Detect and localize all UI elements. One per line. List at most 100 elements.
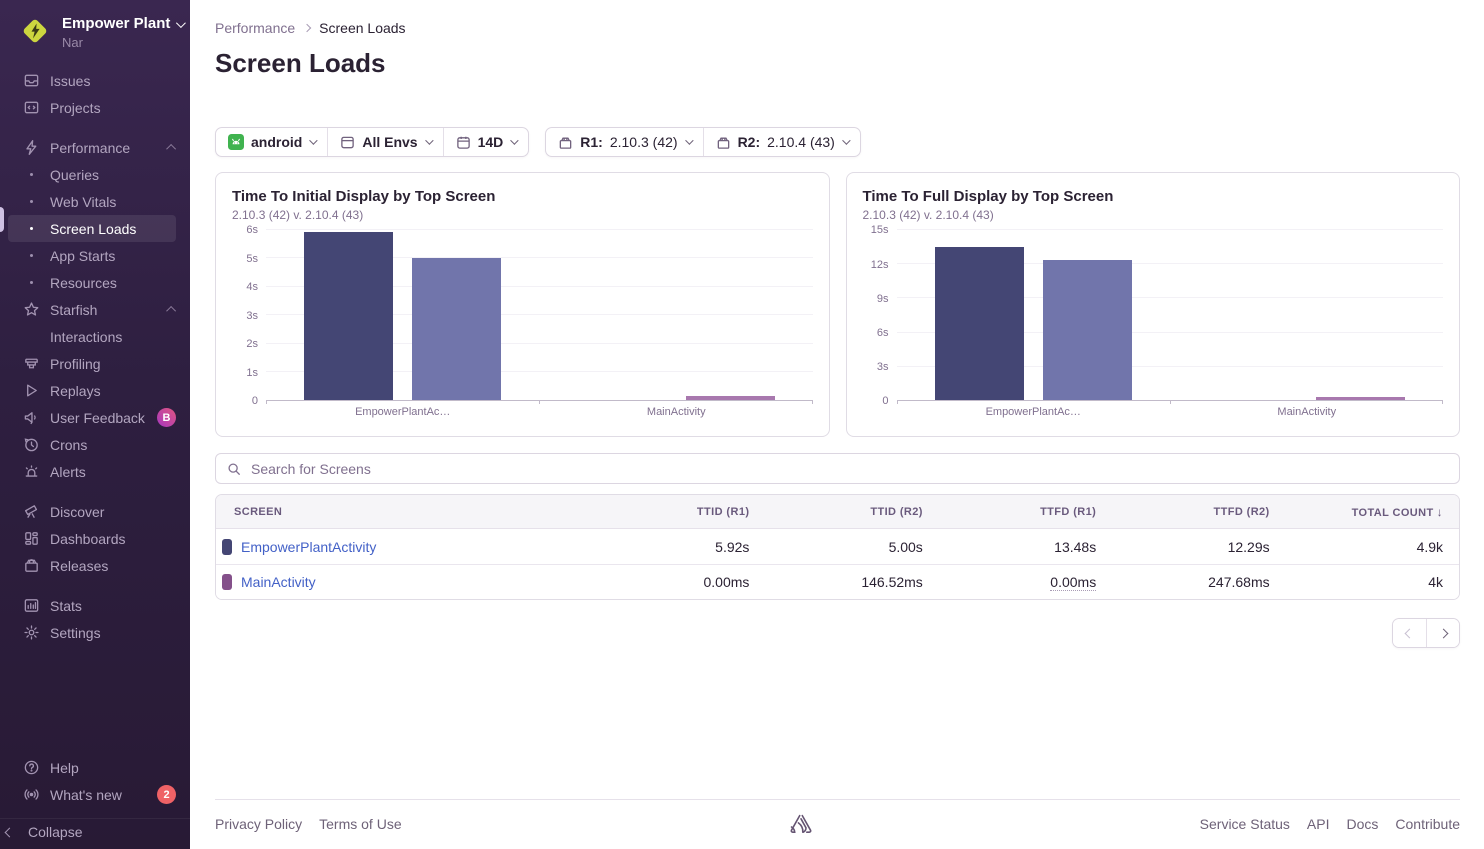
sidebar-item-interactions[interactable]: Interactions bbox=[0, 323, 190, 350]
sidebar-item-queries[interactable]: Queries bbox=[0, 161, 190, 188]
table-row: MainActivity 0.00ms 146.52ms 0.00ms 247.… bbox=[216, 564, 1459, 599]
screen-search bbox=[215, 453, 1460, 484]
user-feedback-badge: B bbox=[157, 408, 176, 427]
y-axis-tick-label: 2s bbox=[228, 338, 258, 350]
docs-link[interactable]: Docs bbox=[1347, 816, 1379, 832]
column-header-ttid-r1[interactable]: TTID (R1) bbox=[592, 506, 765, 518]
bullet-icon bbox=[30, 200, 33, 203]
sort-desc-icon: ↓ bbox=[1437, 505, 1443, 519]
release1-filter-button[interactable]: R1: 2.10.3 (42) bbox=[546, 128, 702, 156]
x-axis-category-label: MainActivity bbox=[1277, 406, 1336, 418]
sidebar-item-discover[interactable]: Discover bbox=[0, 498, 190, 525]
series-color-swatch bbox=[222, 574, 232, 590]
sidebar-item-releases[interactable]: Releases bbox=[0, 552, 190, 579]
sidebar-item-app-starts[interactable]: App Starts bbox=[0, 242, 190, 269]
sidebar-item-starfish[interactable]: Starfish bbox=[0, 296, 190, 323]
column-header-screen[interactable]: Screen bbox=[216, 506, 592, 518]
sidebar-item-dashboards[interactable]: Dashboards bbox=[0, 525, 190, 552]
ttid-r2-value: 146.52ms bbox=[765, 574, 938, 590]
ttid-r1-value: 0.00ms bbox=[592, 574, 765, 590]
calendar-icon bbox=[456, 135, 471, 150]
gear-icon bbox=[22, 624, 40, 642]
x-axis-tick bbox=[1170, 400, 1171, 404]
projects-icon bbox=[22, 99, 40, 117]
column-header-ttfd-r1[interactable]: TTFD (R1) bbox=[939, 506, 1112, 518]
gridline bbox=[897, 229, 1444, 230]
total-count-value: 4.9k bbox=[1286, 539, 1459, 555]
org-logo-icon bbox=[18, 14, 52, 48]
service-status-link[interactable]: Service Status bbox=[1200, 816, 1290, 832]
y-axis-tick-label: 0 bbox=[859, 395, 889, 407]
screen-link[interactable]: EmpowerPlantActivity bbox=[241, 539, 376, 555]
table-header: Screen TTID (R1) TTID (R2) TTFD (R1) TTF… bbox=[216, 495, 1459, 529]
date-filter-button[interactable]: 14D bbox=[443, 128, 529, 156]
release-filter-group: R1: 2.10.3 (42) R2: 2.10.4 (43) bbox=[545, 127, 861, 157]
sidebar-item-settings[interactable]: Settings bbox=[0, 619, 190, 646]
y-axis-tick-label: 4s bbox=[228, 281, 258, 293]
pagination bbox=[215, 618, 1460, 648]
project-filter-button[interactable]: android bbox=[216, 128, 327, 156]
bar-r1-EmpowerPlantAc bbox=[304, 232, 393, 401]
bar-r2-MainActivity bbox=[686, 396, 775, 400]
sidebar-item-user-feedback[interactable]: User Feedback B bbox=[0, 404, 190, 431]
api-link[interactable]: API bbox=[1307, 816, 1330, 832]
chevron-down-icon bbox=[510, 137, 518, 145]
column-header-ttid-r2[interactable]: TTID (R2) bbox=[765, 506, 938, 518]
sidebar-item-replays[interactable]: Replays bbox=[0, 377, 190, 404]
ttfd-r1-value: 0.00ms bbox=[939, 574, 1112, 591]
previous-page-button[interactable] bbox=[1393, 619, 1426, 647]
chart-title: Time To Initial Display by Top Screen bbox=[232, 188, 813, 205]
sidebar-item-alerts[interactable]: Alerts bbox=[0, 458, 190, 485]
megaphone-icon bbox=[22, 409, 40, 427]
performance-icon bbox=[22, 139, 40, 157]
y-axis-tick-label: 0 bbox=[228, 395, 258, 407]
sidebar-item-screen-loads[interactable]: Screen Loads bbox=[8, 215, 176, 242]
environment-filter-button[interactable]: All Envs bbox=[327, 128, 442, 156]
sidebar-item-web-vitals[interactable]: Web Vitals bbox=[0, 188, 190, 215]
x-axis-category-label: EmpowerPlantAc… bbox=[986, 406, 1081, 418]
chart-title: Time To Full Display by Top Screen bbox=[863, 188, 1444, 205]
sidebar-item-issues[interactable]: Issues bbox=[0, 67, 190, 94]
sidebar-item-crons[interactable]: Crons bbox=[0, 431, 190, 458]
chevron-up-icon bbox=[166, 306, 176, 316]
clock-icon bbox=[22, 436, 40, 454]
ttid-r1-value: 5.92s bbox=[592, 539, 765, 555]
sidebar-item-projects[interactable]: Projects bbox=[0, 94, 190, 121]
sidebar-item-whats-new[interactable]: What's new 2 bbox=[0, 781, 190, 808]
y-axis-tick-label: 12s bbox=[859, 259, 889, 271]
chevron-down-icon bbox=[310, 137, 318, 145]
profiling-icon bbox=[22, 355, 40, 373]
chevron-up-icon bbox=[166, 144, 176, 154]
column-header-total-count[interactable]: Total Count↓ bbox=[1286, 505, 1459, 519]
chevron-down-icon bbox=[176, 18, 186, 28]
bullet-icon bbox=[30, 281, 33, 284]
y-axis-tick-label: 1s bbox=[228, 367, 258, 379]
search-icon bbox=[227, 462, 241, 476]
contribute-link[interactable]: Contribute bbox=[1395, 816, 1460, 832]
sidebar-item-help[interactable]: Help bbox=[0, 754, 190, 781]
terms-of-use-link[interactable]: Terms of Use bbox=[319, 816, 401, 832]
page-filter-group: android All Envs 14D bbox=[215, 127, 529, 157]
search-input[interactable] bbox=[249, 460, 1448, 478]
y-axis-tick-label: 5s bbox=[228, 253, 258, 265]
release2-filter-button[interactable]: R2: 2.10.4 (43) bbox=[703, 128, 860, 156]
privacy-policy-link[interactable]: Privacy Policy bbox=[215, 816, 302, 832]
chevron-down-icon bbox=[685, 137, 693, 145]
screen-link[interactable]: MainActivity bbox=[241, 574, 316, 590]
broadcast-icon bbox=[22, 786, 40, 804]
org-name: Empower Plant bbox=[62, 15, 170, 34]
bar-r1-EmpowerPlantAc bbox=[935, 247, 1024, 401]
sidebar: Empower Plant Nar Issues Projects Perfor… bbox=[0, 0, 190, 849]
column-header-ttfd-r2[interactable]: TTFD (R2) bbox=[1112, 506, 1285, 518]
ttid-bar-chart: 01s2s3s4s5s6sEmpowerPlantAc…MainActivity bbox=[266, 229, 813, 401]
next-page-button[interactable] bbox=[1426, 619, 1459, 647]
sidebar-item-performance[interactable]: Performance bbox=[0, 134, 190, 161]
ttfd-bar-chart: 03s6s9s12s15sEmpowerPlantAc…MainActivity bbox=[897, 229, 1444, 401]
sidebar-item-profiling[interactable]: Profiling bbox=[0, 350, 190, 377]
org-switcher[interactable]: Empower Plant Nar bbox=[0, 0, 190, 61]
sidebar-item-resources[interactable]: Resources bbox=[0, 269, 190, 296]
table-row: EmpowerPlantActivity 5.92s 5.00s 13.48s … bbox=[216, 529, 1459, 564]
sidebar-item-stats[interactable]: Stats bbox=[0, 592, 190, 619]
breadcrumb-performance[interactable]: Performance bbox=[215, 20, 295, 36]
sidebar-collapse-button[interactable]: Collapse bbox=[0, 818, 190, 845]
